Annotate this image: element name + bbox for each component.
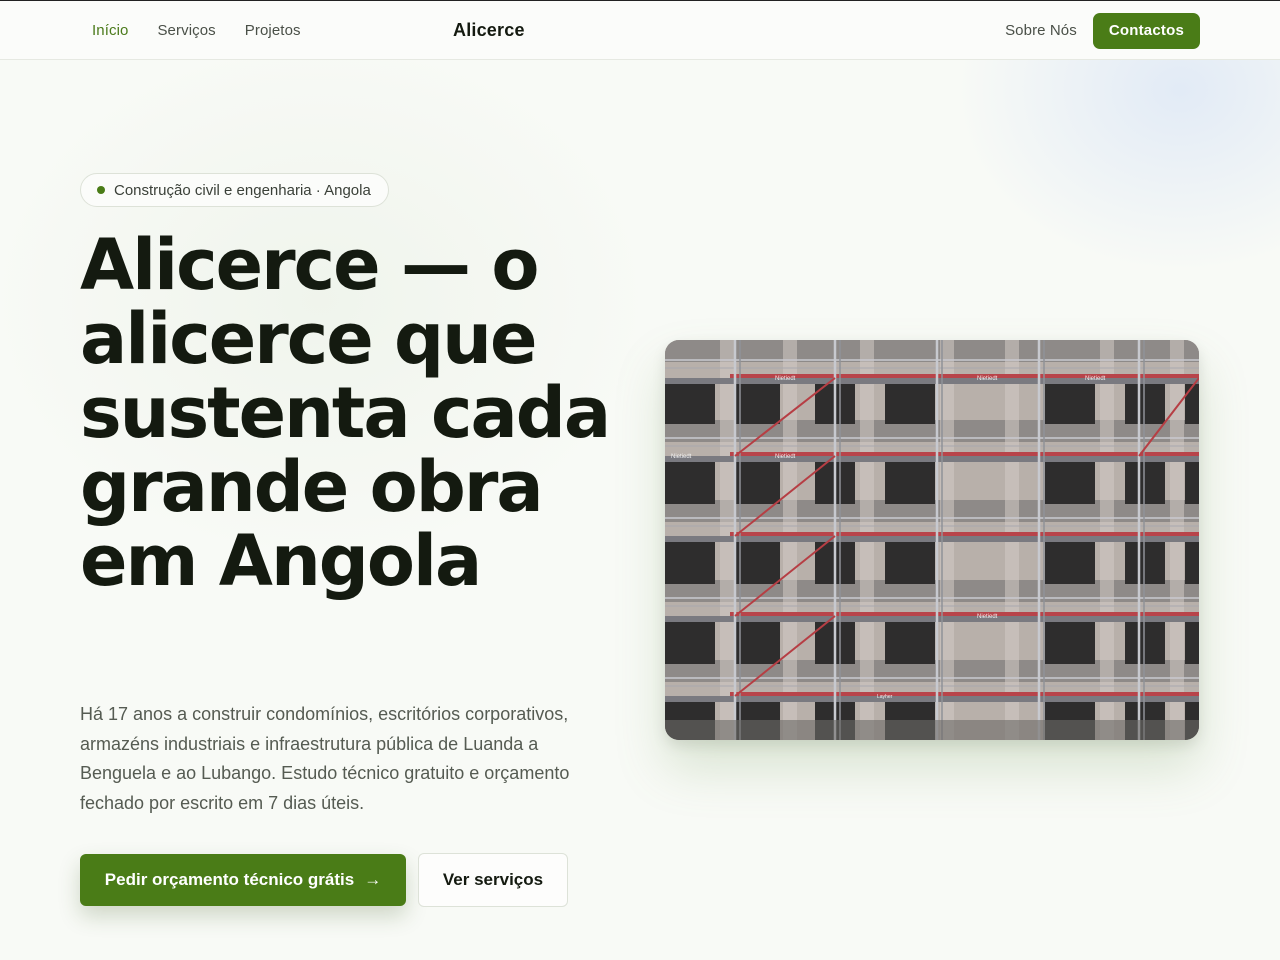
- request-quote-button[interactable]: Pedir orçamento técnico grátis →: [80, 854, 406, 906]
- window-opening: [885, 620, 935, 664]
- window-opening: [1125, 620, 1165, 664]
- window-opening: [735, 380, 780, 424]
- window-opening: [735, 460, 780, 504]
- scaffold-toe-board: [730, 612, 1199, 616]
- hero-description: Há 17 anos a construir condomínios, escr…: [80, 704, 570, 813]
- window-opening: [735, 620, 780, 664]
- request-quote-label: Pedir orçamento técnico grátis: [104, 870, 355, 889]
- secondary-nav: Sobre Nós Contactos: [1005, 1, 1200, 60]
- scaffolding-illustration: Nietiedt Nietiedt Nietiedt Nietiedt Nietiedt…: [665, 340, 1199, 740]
- contact-button[interactable]: Contactos: [1092, 12, 1200, 49]
- nav-link-servicos[interactable]: Serviços: [157, 22, 215, 39]
- scaffold-deck: [665, 696, 1199, 702]
- scaffold-toe-board: [730, 692, 1199, 696]
- scaffold-board-label: Nietiedt: [775, 454, 796, 460]
- scaffold-deck: [665, 616, 1199, 622]
- scaffold-board-label: Nietiedt: [977, 614, 998, 620]
- window-opening: [1045, 620, 1095, 664]
- window-opening: [665, 540, 715, 584]
- nav-link-sobre-nos[interactable]: Sobre Nós: [1005, 22, 1077, 39]
- window-opening: [1045, 380, 1095, 424]
- arrow-right-icon: →: [364, 870, 382, 889]
- scaffold-board-label: Nietiedt: [977, 376, 998, 382]
- top-border: [0, 0, 1280, 1]
- hero-image-building-scaffolding: Nietiedt Nietiedt Nietiedt Nietiedt Nietiedt…: [665, 340, 1199, 740]
- window-opening: [665, 460, 715, 504]
- window-opening: [1185, 540, 1199, 584]
- window-opening: [885, 460, 935, 504]
- scaffold-deck: [665, 456, 1199, 462]
- ground-shadow: [665, 720, 1199, 740]
- window-opening: [1185, 460, 1199, 504]
- window-opening: [665, 380, 715, 424]
- nav-link-inicio[interactable]: Início: [92, 22, 128, 39]
- floor-slab: [665, 340, 1199, 362]
- nav-link-projetos[interactable]: Projetos: [245, 22, 301, 39]
- window-opening: [1125, 380, 1165, 424]
- window-opening: [1045, 460, 1095, 504]
- window-opening: [1125, 460, 1165, 504]
- scaffold-board-label: Nietiedt: [1085, 376, 1106, 382]
- hero-section: Construção civil e engenharia · Angola A…: [0, 60, 1280, 960]
- site-header: Início Serviços Projetos Alicerce Sobre …: [0, 1, 1280, 60]
- category-badge: Construção civil e engenharia · Angola: [80, 173, 389, 207]
- scaffold-deck: [665, 536, 1199, 542]
- hero-title: Alicerce — o alicerce que sustenta cada …: [80, 224, 611, 602]
- scaffold-board-label: Layher: [877, 694, 893, 700]
- window-opening: [885, 540, 935, 584]
- window-opening: [1125, 540, 1165, 584]
- badge-dot-icon: [97, 186, 105, 194]
- scaffold-toe-board: [730, 532, 1199, 536]
- scaffold-board-label: Nietiedt: [775, 376, 796, 382]
- primary-nav: Início Serviços Projetos: [92, 1, 301, 60]
- window-opening: [885, 380, 935, 424]
- scaffold-board-label: Nietiedt: [671, 454, 692, 460]
- window-opening: [1185, 620, 1199, 664]
- scaffold-toe-board: [730, 452, 1199, 456]
- window-opening: [665, 620, 715, 664]
- brand-logo[interactable]: Alicerce: [453, 1, 525, 60]
- scaffold-toe-board: [730, 374, 1199, 378]
- scaffold-deck: [665, 378, 1199, 384]
- window-opening: [1045, 540, 1095, 584]
- view-services-button[interactable]: Ver serviços: [418, 853, 568, 907]
- window-opening: [735, 540, 780, 584]
- badge-text: Construção civil e engenharia · Angola: [114, 181, 371, 199]
